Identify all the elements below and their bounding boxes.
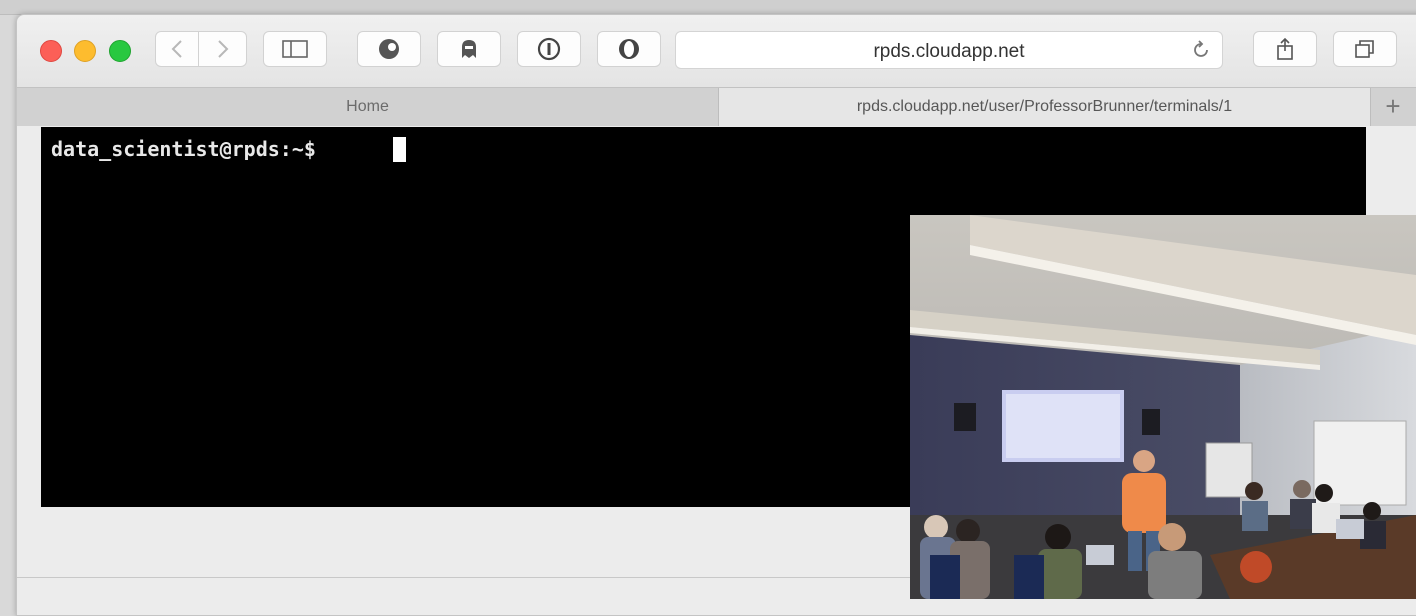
address-bar[interactable]: rpds.cloudapp.net bbox=[675, 31, 1223, 69]
close-button[interactable] bbox=[40, 40, 62, 62]
share-button[interactable] bbox=[1253, 31, 1317, 67]
share-icon bbox=[1277, 37, 1293, 60]
ghost-icon bbox=[462, 40, 476, 58]
forward-button[interactable] bbox=[199, 31, 247, 67]
sidebar-button[interactable] bbox=[263, 31, 327, 67]
terminal-cursor bbox=[393, 137, 406, 162]
zoom-button[interactable] bbox=[109, 40, 131, 62]
address-url: rpds.cloudapp.net bbox=[873, 41, 1025, 62]
tab-home[interactable]: Home bbox=[17, 88, 719, 126]
new-tab-button[interactable]: + bbox=[1373, 88, 1413, 126]
sidebar-icon bbox=[282, 40, 308, 58]
tabs-overview-icon bbox=[1355, 40, 1374, 58]
ghostery-extension-button[interactable] bbox=[357, 31, 421, 67]
tabs-overview-button[interactable] bbox=[1333, 31, 1397, 67]
back-button[interactable] bbox=[155, 31, 199, 67]
tab-terminal[interactable]: rpds.cloudapp.net/user/ProfessorBrunner/… bbox=[719, 88, 1371, 126]
chevron-right-icon bbox=[217, 40, 228, 58]
ghostery-icon bbox=[379, 39, 399, 59]
webcam-video-overlay bbox=[910, 215, 1416, 599]
classroom-photo bbox=[910, 215, 1416, 599]
tab-bar: Home rpds.cloudapp.net/user/ProfessorBru… bbox=[17, 87, 1416, 127]
minimize-button[interactable] bbox=[74, 40, 96, 62]
onepassword-icon bbox=[537, 37, 561, 61]
privacy-extension-button[interactable] bbox=[597, 31, 661, 67]
terminal-prompt: data_scientist@rpds:~$ bbox=[51, 137, 316, 161]
reload-icon[interactable] bbox=[1190, 39, 1212, 66]
title-bar: rpds.cloudapp.net bbox=[17, 15, 1416, 87]
privacy-icon bbox=[619, 39, 639, 59]
chevron-left-icon bbox=[171, 40, 182, 58]
desktop-top-strip bbox=[0, 0, 1416, 15]
onepassword-extension-button[interactable] bbox=[517, 31, 581, 67]
ghost-extension-button[interactable] bbox=[437, 31, 501, 67]
